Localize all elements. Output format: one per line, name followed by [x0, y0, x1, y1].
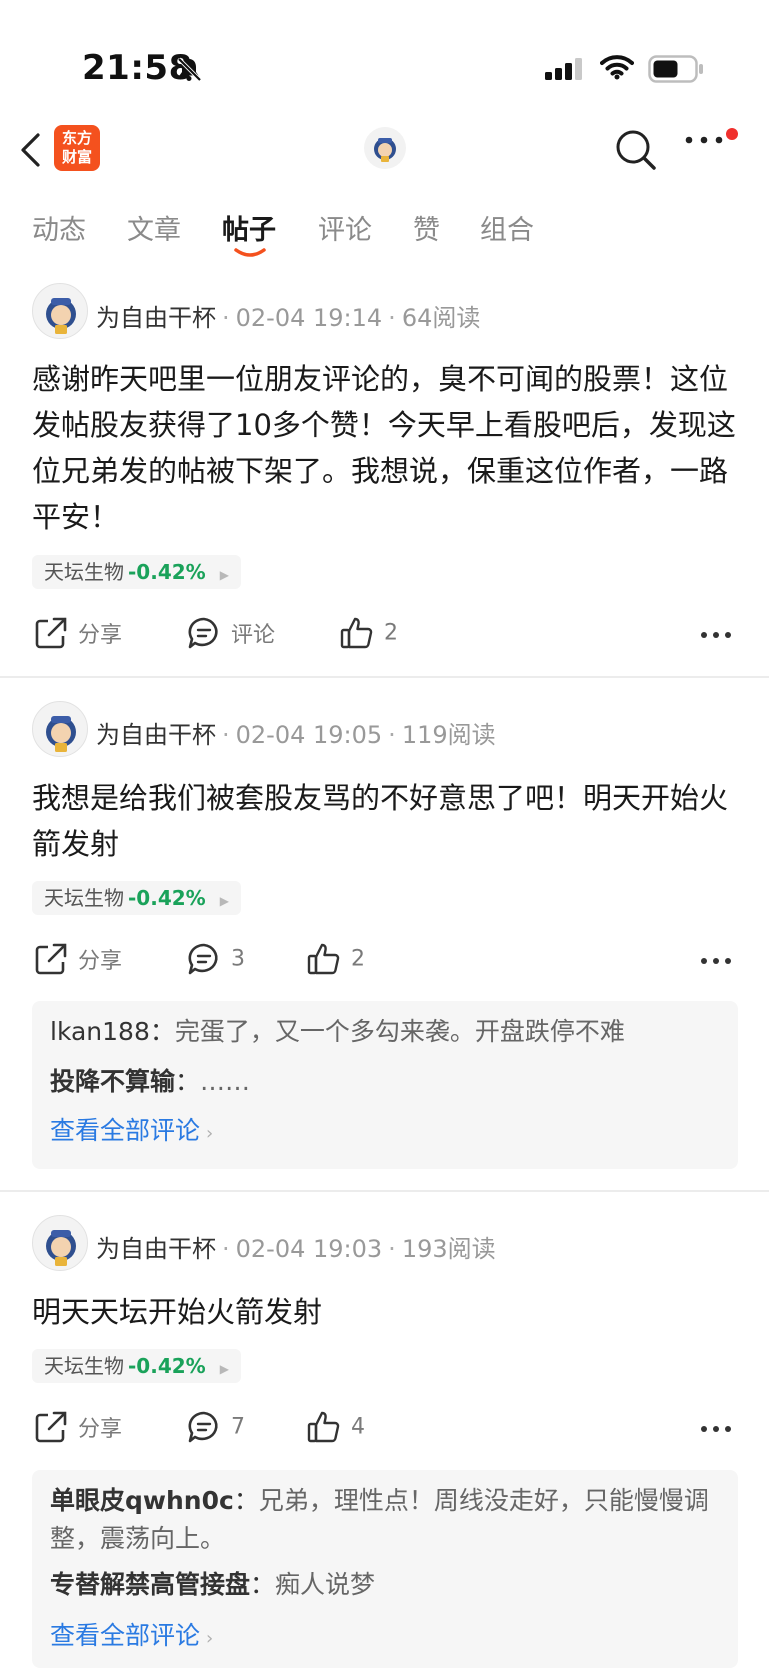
author-avatar[interactable]	[32, 283, 88, 339]
chevron-right-icon: ▶	[219, 894, 229, 908]
like-button[interactable]: 2	[307, 942, 365, 976]
post-divider	[0, 1190, 769, 1192]
comment-text: 痴人说梦	[275, 1570, 376, 1599]
like-button[interactable]: 4	[307, 1410, 365, 1444]
tab-articles[interactable]: 文章	[127, 208, 181, 247]
comment-preview[interactable]: 专替解禁高管接盘：痴人说梦	[50, 1566, 720, 1604]
more-options-icon[interactable]	[700, 957, 732, 965]
post-meta: 为自由干杯 · 02-04 19:05 · 119阅读	[96, 721, 496, 749]
post-content[interactable]: 我想是给我们被套股友骂的不好意思了吧！明天开始火箭发射	[32, 775, 738, 867]
author-avatar[interactable]	[32, 1215, 88, 1271]
stock-name: 天坛生物	[44, 1354, 124, 1378]
tab-bar: 动态 文章 帖子 评论 赞 组合	[0, 200, 769, 260]
read-count: 193阅读	[401, 1235, 496, 1263]
more-options-icon[interactable]	[700, 1425, 732, 1433]
comment-button[interactable]: 评论	[187, 616, 275, 650]
profile-avatar[interactable]	[364, 127, 406, 169]
share-icon	[35, 1411, 67, 1443]
search-icon[interactable]	[614, 128, 658, 172]
cartoon-avatar-icon	[46, 1230, 76, 1266]
cartoon-avatar-icon	[374, 138, 396, 162]
post-card[interactable]: 为自由干杯 · 02-04 19:05 · 119阅读 我想是给我们被套股友骂的不好意思…	[0, 699, 769, 1189]
author-name[interactable]: 为自由干杯	[96, 1235, 216, 1263]
status-bar: 21:58	[0, 0, 769, 120]
comment-preview[interactable]: lkan188：完蛋了，又一个多勾来袭。开盘跌停不难	[50, 1013, 720, 1051]
share-button[interactable]: 分享	[34, 616, 122, 650]
comment-preview[interactable]: 投降不算输：……	[50, 1063, 720, 1101]
share-icon	[35, 617, 67, 649]
share-icon	[35, 943, 67, 975]
commenter-name[interactable]: 专替解禁高管接盘	[50, 1570, 250, 1599]
comment-preview[interactable]: 单眼皮qwhn0c：兄弟，理性点！周线没走好，只能慢慢调整，震荡向上。	[50, 1482, 720, 1558]
share-button[interactable]: 分享	[34, 942, 122, 976]
read-count: 64阅读	[401, 304, 481, 332]
read-count: 119阅读	[401, 721, 496, 749]
active-tab-indicator	[234, 248, 266, 257]
comment-button[interactable]: 3	[187, 942, 245, 976]
cartoon-avatar-icon	[46, 298, 76, 334]
tab-posts[interactable]: 帖子	[222, 208, 276, 247]
top-nav-bar: 东方 财富	[0, 115, 769, 185]
post-date: 02-04 19:14	[235, 304, 383, 332]
comment-text: ……	[200, 1067, 251, 1096]
notification-dot	[726, 128, 738, 140]
comment-preview-box[interactable]: lkan188：完蛋了，又一个多勾来袭。开盘跌停不难 投降不算输：…… 查看全部…	[32, 1001, 738, 1169]
post-meta: 为自由干杯 · 02-04 19:03 · 193阅读	[96, 1235, 496, 1263]
stock-tag[interactable]: 天坛生物 -0.42% ▶	[32, 1349, 241, 1383]
comment-icon	[188, 1411, 218, 1443]
stock-change: -0.42%	[128, 560, 206, 584]
post-content[interactable]: 感谢昨天吧里一位朋友评论的，臭不可闻的股票！这位发帖股友获得了10多个赞！今天早…	[32, 356, 738, 540]
app-logo[interactable]: 东方 财富	[54, 125, 100, 171]
post-date: 02-04 19:05	[235, 721, 383, 749]
more-options-icon[interactable]	[700, 631, 732, 639]
tab-portfolio[interactable]: 组合	[480, 208, 534, 247]
bell-muted-icon	[177, 57, 202, 82]
chevron-right-icon: ▶	[219, 568, 229, 582]
tab-comments[interactable]: 评论	[318, 208, 372, 247]
post-date: 02-04 19:03	[235, 1235, 383, 1263]
comment-icon	[188, 617, 218, 649]
tab-dynamics[interactable]: 动态	[32, 208, 86, 247]
battery-icon	[648, 55, 703, 83]
wifi-icon	[600, 55, 634, 80]
post-card[interactable]: 为自由干杯 · 02-04 19:14 · 64阅读 感谢昨天吧里一位朋友评论的，臭不可…	[0, 280, 769, 675]
view-all-comments-link[interactable]: 查看全部评论 ›	[50, 1111, 213, 1147]
author-name[interactable]: 为自由干杯	[96, 304, 216, 332]
comment-text: 完蛋了，又一个多勾来袭。开盘跌停不难	[174, 1017, 625, 1046]
comment-preview-box[interactable]: 单眼皮qwhn0c：兄弟，理性点！周线没走好，只能慢慢调整，震荡向上。 专替解禁…	[32, 1470, 738, 1668]
comment-button[interactable]: 7	[187, 1410, 245, 1444]
post-card[interactable]: 为自由干杯 · 02-04 19:03 · 193阅读 明天天坛开始火箭发射 天坛生物 -…	[0, 1213, 769, 1668]
stock-name: 天坛生物	[44, 886, 124, 910]
thumbs-up-icon	[307, 943, 340, 975]
post-meta: 为自由干杯 · 02-04 19:14 · 64阅读	[96, 304, 481, 332]
view-all-comments-link[interactable]: 查看全部评论 ›	[50, 1616, 213, 1652]
author-avatar[interactable]	[32, 701, 88, 757]
share-button[interactable]: 分享	[34, 1410, 122, 1444]
back-arrow-icon[interactable]	[18, 132, 42, 168]
post-content[interactable]: 明天天坛开始火箭发射	[32, 1289, 738, 1335]
more-options-icon[interactable]	[685, 135, 723, 145]
cartoon-avatar-icon	[46, 716, 76, 752]
post-divider	[0, 676, 769, 678]
thumbs-up-icon	[340, 617, 373, 649]
stock-tag[interactable]: 天坛生物 -0.42% ▶	[32, 881, 241, 915]
tab-likes[interactable]: 赞	[413, 208, 440, 247]
stock-change: -0.42%	[128, 1354, 206, 1378]
stock-name: 天坛生物	[44, 560, 124, 584]
chevron-right-icon: ›	[206, 1628, 214, 1649]
chevron-right-icon: ›	[206, 1123, 214, 1144]
author-name[interactable]: 为自由干杯	[96, 721, 216, 749]
stock-tag[interactable]: 天坛生物 -0.42% ▶	[32, 555, 241, 589]
comment-icon	[188, 943, 218, 975]
stock-change: -0.42%	[128, 886, 206, 910]
chevron-right-icon: ▶	[219, 1362, 229, 1376]
like-button[interactable]: 2	[340, 616, 398, 650]
commenter-name[interactable]: 单眼皮qwhn0c	[50, 1486, 234, 1515]
cellular-signal-icon	[545, 58, 582, 80]
thumbs-up-icon	[307, 1411, 340, 1443]
commenter-name[interactable]: 投降不算输	[50, 1067, 175, 1096]
commenter-name[interactable]: lkan188	[50, 1017, 150, 1046]
